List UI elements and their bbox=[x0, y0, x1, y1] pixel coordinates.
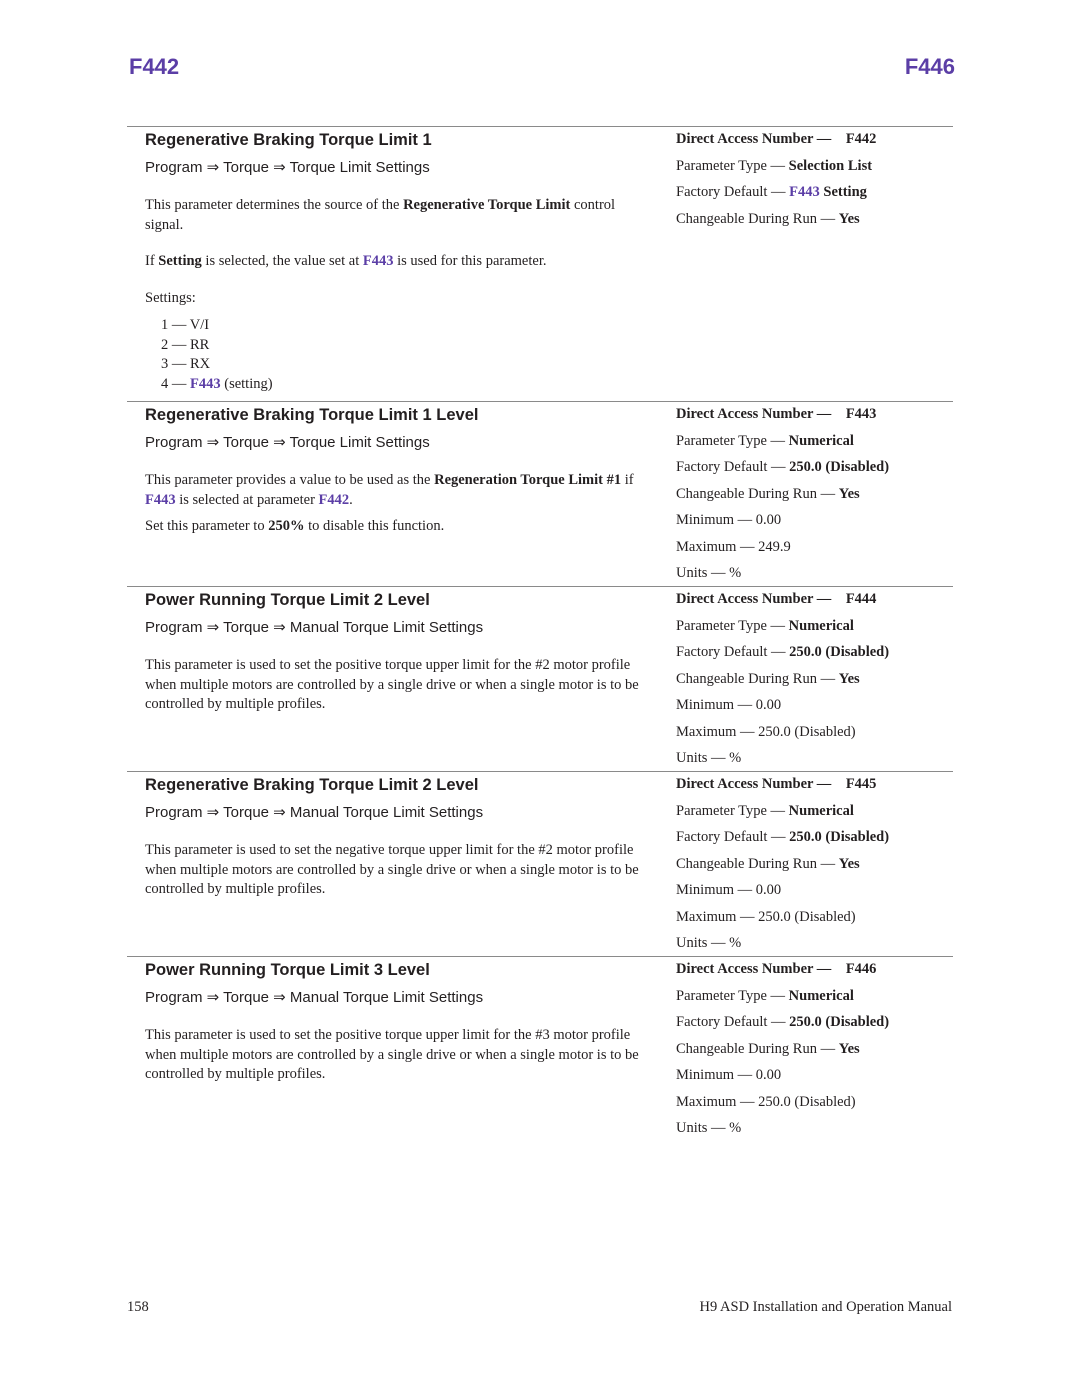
changeable-during-run: Changeable During Run — Yes bbox=[676, 670, 860, 687]
properties-column: Direct Access Number — F443 Parameter Ty… bbox=[676, 402, 956, 587]
settings-list: 1 — V/I 2 — RR 3 — RX 4 — F443 (setting) bbox=[161, 316, 655, 394]
settings-label: Settings: bbox=[145, 289, 196, 306]
manual-title: H9 ASD Installation and Operation Manual bbox=[699, 1299, 953, 1315]
properties-column: Direct Access Number — F445 Parameter Ty… bbox=[676, 772, 956, 957]
factory-default: Factory Default — 250.0 (Disabled) bbox=[676, 1014, 890, 1030]
description: This parameter is used to set the positi… bbox=[145, 657, 639, 712]
parameter-type: Parameter Type — Selection List bbox=[676, 157, 873, 174]
settings-item: 4 — F443 (setting) bbox=[161, 375, 273, 392]
minimum: Minimum — 0.00 bbox=[676, 512, 782, 528]
units: Units — % bbox=[676, 935, 742, 951]
note: If Setting is selected, the value set at… bbox=[145, 253, 547, 269]
units: Units — % bbox=[676, 750, 742, 766]
direct-access-number: Direct Access Number — F444 bbox=[676, 591, 877, 607]
maximum: Maximum — 250.0 (Disabled) bbox=[676, 1093, 856, 1110]
parameter-link-f443[interactable]: F443 bbox=[789, 184, 820, 200]
changeable-during-run: Changeable During Run — Yes bbox=[676, 1040, 860, 1057]
section-title: Power Running Torque Limit 3 Level bbox=[145, 961, 430, 979]
parameter-type: Parameter Type — Numerical bbox=[676, 432, 854, 449]
description: This parameter is used to set the negati… bbox=[145, 842, 639, 897]
description: This parameter provides a value to be us… bbox=[145, 472, 634, 508]
parameter-type: Parameter Type — Numerical bbox=[676, 802, 854, 819]
section-title: Regenerative Braking Torque Limit 2 Leve… bbox=[145, 776, 479, 794]
parameter-type: Parameter Type — Numerical bbox=[676, 617, 854, 634]
changeable-during-run: Changeable During Run — Yes bbox=[676, 210, 860, 227]
menu-path: Program ⇒ Torque ⇒ Torque Limit Settings bbox=[145, 159, 430, 176]
parameter-link-f443[interactable]: F443 bbox=[190, 376, 221, 392]
minimum: Minimum — 0.00 bbox=[676, 697, 782, 713]
properties-column: Direct Access Number — F446 Parameter Ty… bbox=[676, 957, 956, 1142]
parameter-section-f443: Regenerative Braking Torque Limit 1 Leve… bbox=[127, 401, 953, 581]
description-column: Regenerative Braking Torque Limit 1 Prog… bbox=[145, 127, 655, 394]
direct-access-number: Direct Access Number — F442 bbox=[676, 131, 877, 147]
menu-path: Program ⇒ Torque ⇒ Manual Torque Limit S… bbox=[145, 989, 484, 1006]
changeable-during-run: Changeable During Run — Yes bbox=[676, 485, 860, 502]
section-title: Regenerative Braking Torque Limit 1 Leve… bbox=[145, 406, 479, 424]
parameter-section-f442: Regenerative Braking Torque Limit 1 Prog… bbox=[127, 126, 953, 392]
parameter-type: Parameter Type — Numerical bbox=[676, 987, 854, 1004]
parameter-link-f443[interactable]: F443 bbox=[363, 253, 394, 269]
description-column: Power Running Torque Limit 3 Level Progr… bbox=[145, 957, 655, 1085]
factory-default: Factory Default — F443 Setting bbox=[676, 184, 867, 200]
menu-path: Program ⇒ Torque ⇒ Manual Torque Limit S… bbox=[145, 619, 484, 636]
parameter-link-f442[interactable]: F442 bbox=[319, 492, 350, 508]
maximum: Maximum — 249.9 bbox=[676, 538, 791, 555]
factory-default: Factory Default — 250.0 (Disabled) bbox=[676, 459, 890, 475]
menu-path: Program ⇒ Torque ⇒ Torque Limit Settings bbox=[145, 434, 430, 451]
parameter-section-f445: Regenerative Braking Torque Limit 2 Leve… bbox=[127, 771, 953, 951]
direct-access-number: Direct Access Number — F443 bbox=[676, 406, 877, 422]
changeable-during-run: Changeable During Run — Yes bbox=[676, 855, 860, 872]
description-column: Power Running Torque Limit 2 Level Progr… bbox=[145, 587, 655, 715]
parameter-section-f444: Power Running Torque Limit 2 Level Progr… bbox=[127, 586, 953, 766]
properties-column: Direct Access Number — F444 Parameter Ty… bbox=[676, 587, 956, 772]
description-column: Regenerative Braking Torque Limit 1 Leve… bbox=[145, 402, 655, 537]
description: This parameter determines the source of … bbox=[145, 197, 616, 233]
units: Units — % bbox=[676, 1120, 742, 1136]
factory-default: Factory Default — 250.0 (Disabled) bbox=[676, 644, 890, 660]
description: This parameter is used to set the positi… bbox=[145, 1027, 639, 1082]
minimum: Minimum — 0.00 bbox=[676, 1067, 782, 1083]
settings-item: 3 — RX bbox=[161, 356, 211, 372]
direct-access-number: Direct Access Number — F445 bbox=[676, 776, 877, 792]
section-title: Power Running Torque Limit 2 Level bbox=[145, 591, 430, 609]
parameter-link-f443[interactable]: F443 bbox=[145, 492, 176, 508]
description-column: Regenerative Braking Torque Limit 2 Leve… bbox=[145, 772, 655, 900]
parameter-section-f446: Power Running Torque Limit 3 Level Progr… bbox=[127, 956, 953, 1136]
factory-default: Factory Default — 250.0 (Disabled) bbox=[676, 829, 890, 845]
minimum: Minimum — 0.00 bbox=[676, 882, 782, 898]
settings-item: 1 — V/I bbox=[161, 317, 210, 333]
page-number: 158 bbox=[127, 1299, 149, 1315]
direct-access-number: Direct Access Number — F446 bbox=[676, 961, 877, 977]
settings-item: 2 — RR bbox=[161, 336, 210, 353]
properties-column: Direct Access Number — F442 Parameter Ty… bbox=[676, 127, 956, 232]
menu-path: Program ⇒ Torque ⇒ Manual Torque Limit S… bbox=[145, 804, 484, 821]
maximum: Maximum — 250.0 (Disabled) bbox=[676, 723, 856, 740]
header-end-parameter: F446 bbox=[904, 54, 955, 79]
units: Units — % bbox=[676, 565, 742, 581]
maximum: Maximum — 250.0 (Disabled) bbox=[676, 908, 856, 925]
note: Set this parameter to 250% to disable th… bbox=[145, 518, 445, 534]
header-start-parameter: F442 bbox=[129, 54, 180, 79]
section-title: Regenerative Braking Torque Limit 1 bbox=[145, 131, 432, 149]
